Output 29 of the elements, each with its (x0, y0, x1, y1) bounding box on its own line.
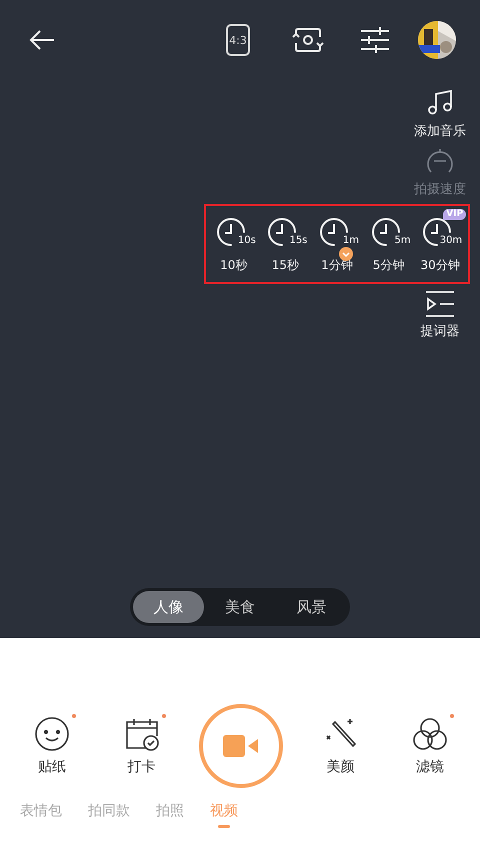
timer-option[interactable]: 1分钟 (321, 256, 353, 274)
tool-button[interactable]: 打卡 (110, 716, 174, 776)
duration-badge: 5m (394, 234, 411, 246)
scene-tab[interactable]: 美食 (204, 591, 276, 623)
settings-sliders-icon[interactable] (360, 26, 390, 54)
timer-option[interactable]: 30分钟 (420, 256, 460, 274)
duration-badge: 1m (342, 234, 359, 246)
calendar-check-icon (124, 716, 160, 752)
smiley-icon (34, 716, 70, 752)
teleprompter-icon (424, 290, 456, 318)
tool-label[interactable]: 提词器 (420, 322, 460, 340)
video-camera-icon (223, 735, 259, 757)
timer-option[interactable]: 15秒 (272, 256, 300, 274)
switch-camera-icon[interactable] (290, 26, 326, 54)
scene-tab[interactable]: 人像 (133, 591, 204, 623)
duration-badge: 15s (289, 234, 308, 246)
tool-button[interactable]: 美颜 (308, 716, 372, 776)
three-circles-icon (412, 716, 448, 752)
tool-label[interactable]: 添加音乐 (414, 122, 466, 140)
timer-option[interactable]: 10秒 (220, 256, 248, 274)
timer-option[interactable]: 5分钟 (372, 256, 404, 274)
tool-button[interactable]: 贴纸 (20, 716, 84, 776)
back-icon[interactable] (28, 28, 56, 52)
duration-badge: 30m (440, 234, 462, 246)
vip-badge: VIP (443, 208, 466, 220)
aspect-ratio-button[interactable]: 4:3 (226, 24, 250, 56)
scene-tab[interactable]: 风景 (276, 591, 347, 623)
tool-button[interactable]: 滤镜 (398, 716, 462, 776)
duration-badge: 10s (238, 234, 256, 246)
